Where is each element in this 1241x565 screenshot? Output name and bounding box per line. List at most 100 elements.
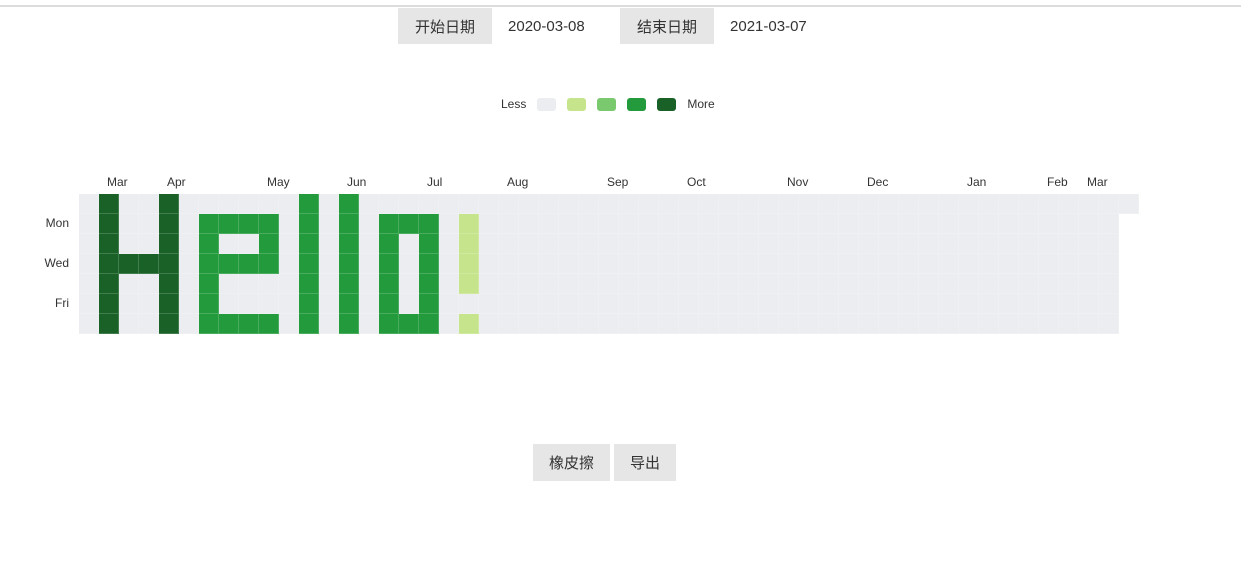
day-cell[interactable] (1039, 214, 1059, 234)
day-cell[interactable] (859, 194, 879, 214)
day-cell[interactable] (259, 234, 279, 254)
day-cell[interactable] (759, 214, 779, 234)
day-cell[interactable] (299, 314, 319, 334)
day-cell[interactable] (79, 214, 99, 234)
day-cell[interactable] (459, 294, 479, 314)
day-cell[interactable] (459, 314, 479, 334)
day-cell[interactable] (879, 194, 899, 214)
day-cell[interactable] (339, 274, 359, 294)
day-cell[interactable] (439, 194, 459, 214)
day-cell[interactable] (179, 274, 199, 294)
day-cell[interactable] (239, 274, 259, 294)
day-cell[interactable] (359, 234, 379, 254)
day-cell[interactable] (119, 234, 139, 254)
day-cell[interactable] (579, 194, 599, 214)
day-cell[interactable] (339, 294, 359, 314)
day-cell[interactable] (879, 214, 899, 234)
day-cell[interactable] (859, 214, 879, 234)
day-cell[interactable] (759, 314, 779, 334)
day-cell[interactable] (279, 294, 299, 314)
day-cell[interactable] (419, 314, 439, 334)
day-cell[interactable] (259, 254, 279, 274)
day-cell[interactable] (199, 214, 219, 234)
day-cell[interactable] (719, 214, 739, 234)
day-cell[interactable] (939, 274, 959, 294)
day-cell[interactable] (459, 274, 479, 294)
day-cell[interactable] (819, 294, 839, 314)
day-cell[interactable] (179, 314, 199, 334)
day-cell[interactable] (639, 194, 659, 214)
day-cell[interactable] (719, 254, 739, 274)
day-cell[interactable] (319, 214, 339, 234)
day-cell[interactable] (499, 214, 519, 234)
day-cell[interactable] (179, 214, 199, 234)
day-cell[interactable] (559, 314, 579, 334)
day-cell[interactable] (619, 274, 639, 294)
day-cell[interactable] (819, 274, 839, 294)
day-cell[interactable] (619, 254, 639, 274)
day-cell[interactable] (79, 234, 99, 254)
day-cell[interactable] (939, 194, 959, 214)
day-cell[interactable] (559, 234, 579, 254)
day-cell[interactable] (539, 314, 559, 334)
day-cell[interactable] (299, 234, 319, 254)
day-cell[interactable] (79, 194, 99, 214)
day-cell[interactable] (959, 294, 979, 314)
day-cell[interactable] (719, 314, 739, 334)
day-cell[interactable] (499, 294, 519, 314)
day-cell[interactable] (219, 214, 239, 234)
day-cell[interactable] (399, 314, 419, 334)
day-cell[interactable] (659, 214, 679, 234)
day-cell[interactable] (79, 254, 99, 274)
day-cell[interactable] (639, 214, 659, 234)
day-cell[interactable] (379, 214, 399, 234)
day-cell[interactable] (539, 214, 559, 234)
day-cell[interactable] (99, 234, 119, 254)
day-cell[interactable] (239, 234, 259, 254)
day-cell[interactable] (79, 274, 99, 294)
day-cell[interactable] (599, 234, 619, 254)
day-cell[interactable] (679, 314, 699, 334)
day-cell[interactable] (799, 294, 819, 314)
day-cell[interactable] (399, 294, 419, 314)
day-cell[interactable] (419, 194, 439, 214)
day-cell[interactable] (159, 234, 179, 254)
day-cell[interactable] (199, 194, 219, 214)
day-cell[interactable] (619, 214, 639, 234)
day-cell[interactable] (259, 274, 279, 294)
day-cell[interactable] (839, 314, 859, 334)
day-cell[interactable] (1019, 314, 1039, 334)
day-cell[interactable] (279, 214, 299, 234)
day-cell[interactable] (179, 254, 199, 274)
day-cell[interactable] (1059, 274, 1079, 294)
day-cell[interactable] (239, 194, 259, 214)
day-cell[interactable] (479, 294, 499, 314)
day-cell[interactable] (799, 214, 819, 234)
day-cell[interactable] (819, 194, 839, 214)
export-button[interactable]: 导出 (614, 444, 677, 481)
day-cell[interactable] (1039, 194, 1059, 214)
day-cell[interactable] (139, 214, 159, 234)
day-cell[interactable] (899, 234, 919, 254)
day-cell[interactable] (759, 294, 779, 314)
day-cell[interactable] (419, 294, 439, 314)
day-cell[interactable] (979, 194, 999, 214)
day-cell[interactable] (519, 274, 539, 294)
day-cell[interactable] (419, 274, 439, 294)
day-cell[interactable] (659, 274, 679, 294)
day-cell[interactable] (959, 214, 979, 234)
day-cell[interactable] (639, 234, 659, 254)
day-cell[interactable] (99, 274, 119, 294)
day-cell[interactable] (99, 314, 119, 334)
day-cell[interactable] (119, 254, 139, 274)
day-cell[interactable] (559, 294, 579, 314)
day-cell[interactable] (519, 314, 539, 334)
day-cell[interactable] (659, 314, 679, 334)
day-cell[interactable] (699, 314, 719, 334)
day-cell[interactable] (359, 314, 379, 334)
day-cell[interactable] (339, 234, 359, 254)
day-cell[interactable] (99, 194, 119, 214)
day-cell[interactable] (459, 194, 479, 214)
day-cell[interactable] (479, 254, 499, 274)
day-cell[interactable] (739, 274, 759, 294)
